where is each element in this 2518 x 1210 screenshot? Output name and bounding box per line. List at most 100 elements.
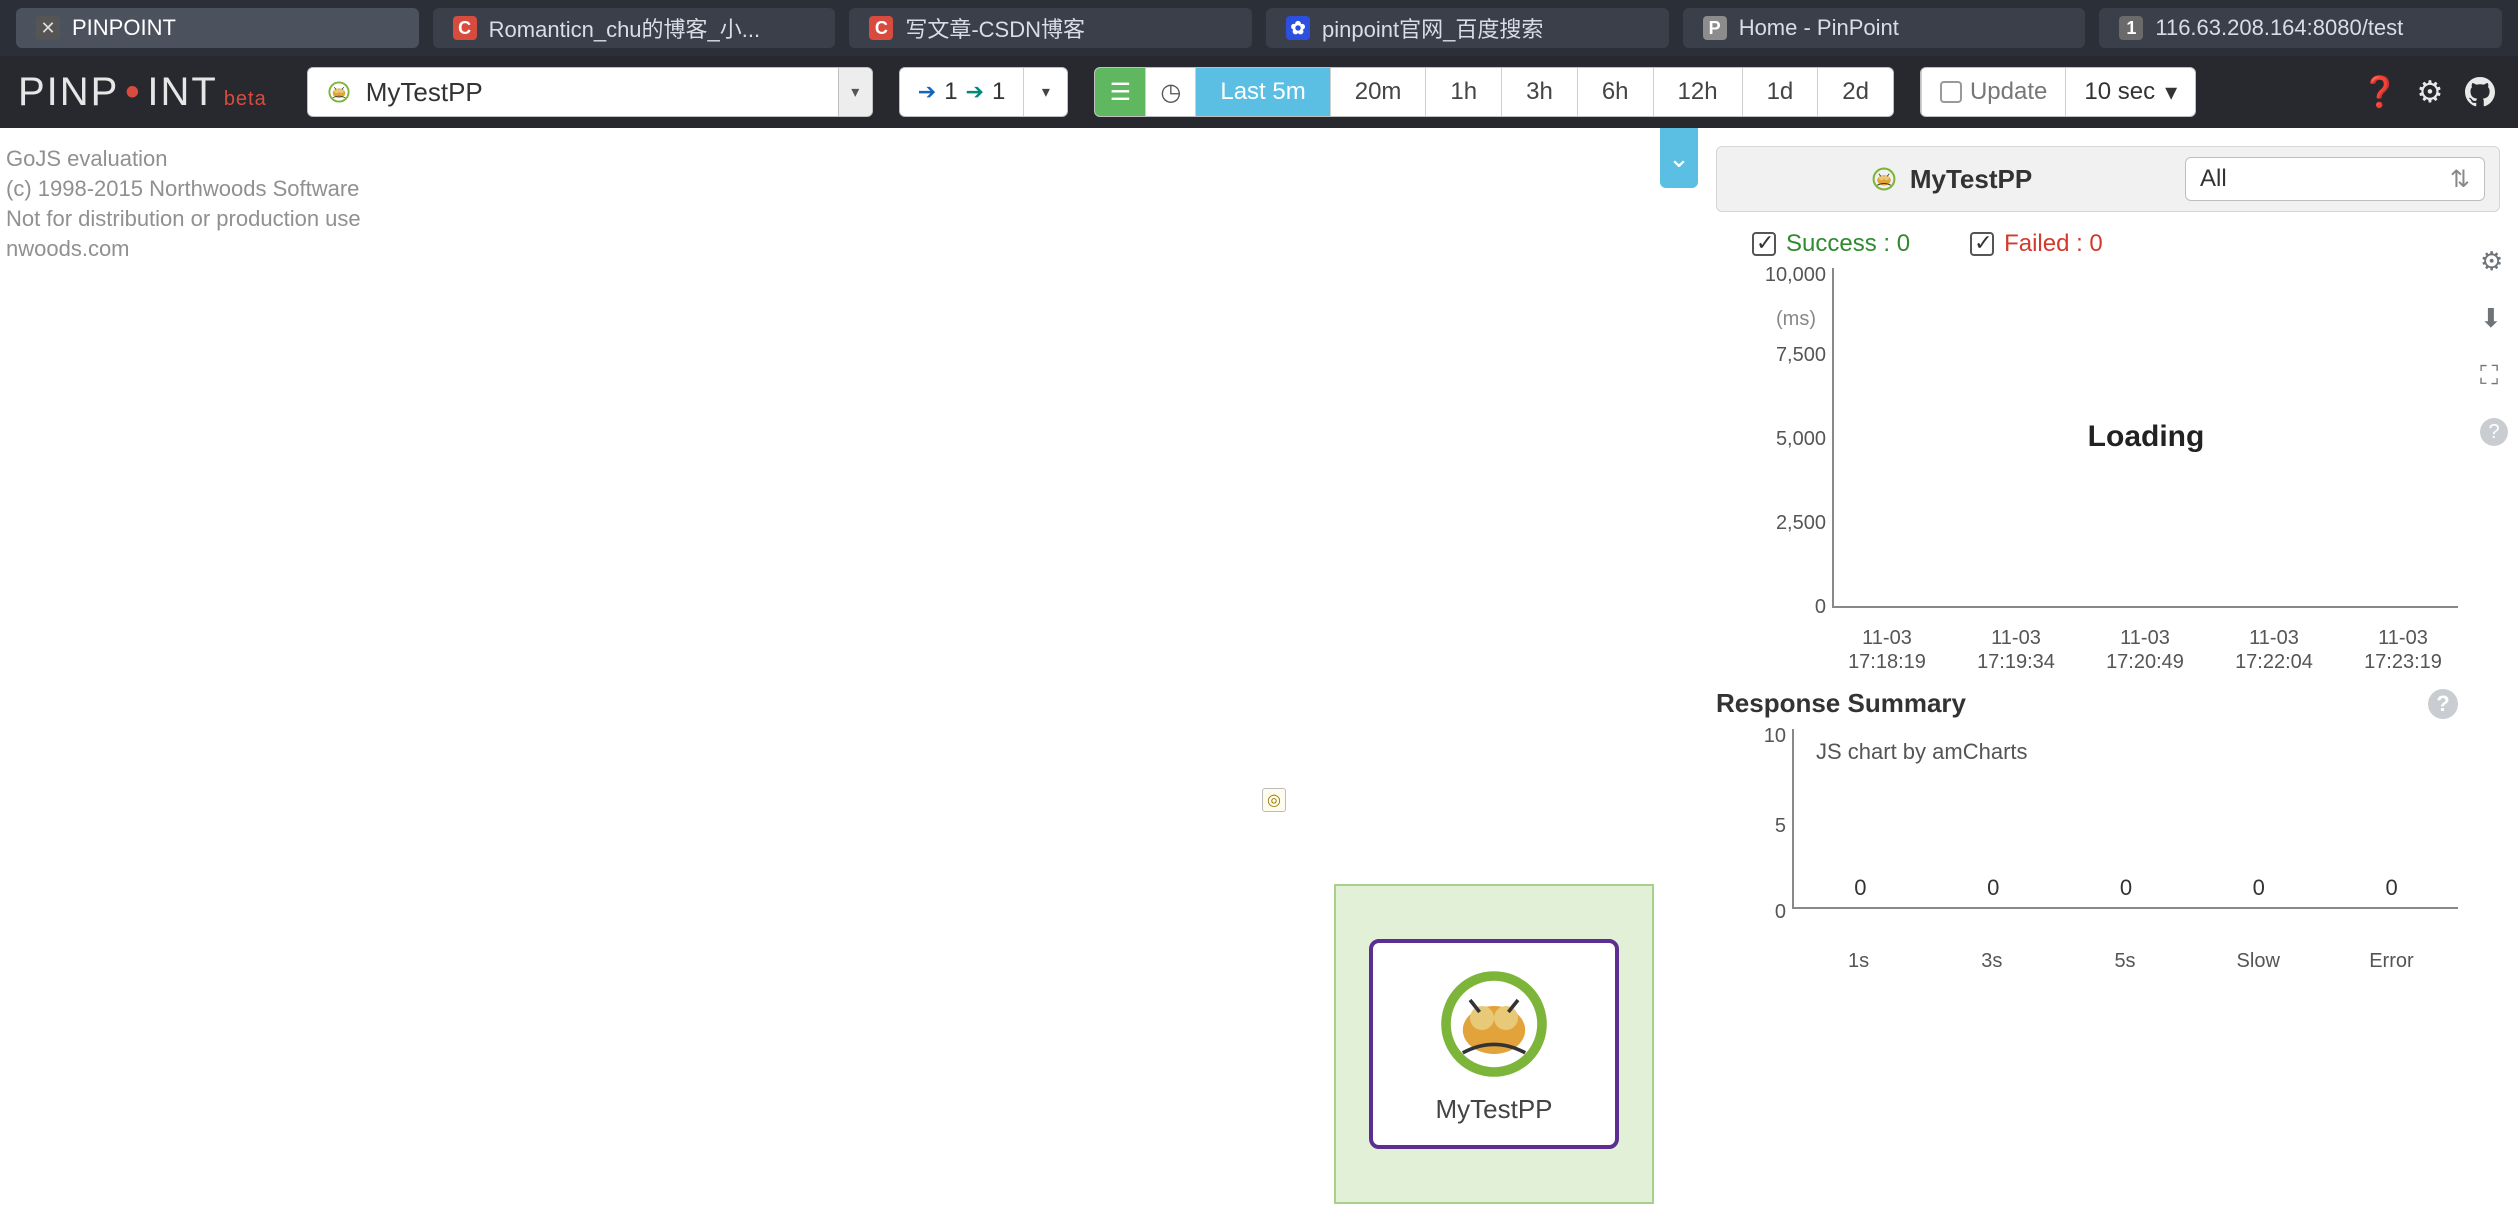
x-tick: 11-0317:22:04 (2219, 626, 2329, 674)
chart-loading-text: Loading (2088, 420, 2205, 454)
range-6h[interactable]: 6h (1577, 68, 1653, 116)
instance-filter-select[interactable]: All ⇅ (2185, 157, 2485, 201)
range-20m[interactable]: 20m (1330, 68, 1426, 116)
depth-dropdown[interactable]: ▾ (1023, 68, 1067, 116)
tab-label: 116.63.208.164:8080/test (2155, 15, 2403, 41)
range-2d[interactable]: 2d (1817, 68, 1893, 116)
range-3h[interactable]: 3h (1501, 68, 1577, 116)
response-summary-chart[interactable]: 10 5 0 JS chart by amCharts 0 0 0 0 0 1s… (1722, 729, 2458, 969)
depth-in: 1 (944, 78, 957, 106)
x-cat: Error (2325, 949, 2458, 973)
tab-baidu-search[interactable]: ✿ pinpoint官网_百度搜索 (1266, 8, 1669, 48)
auto-update-toggle[interactable]: Update (1921, 68, 2065, 116)
x-cat: 1s (1792, 949, 1925, 973)
pinpoint-logo: PINP•INT beta (18, 70, 267, 115)
tab-pinpoint[interactable]: ✕ PINPOINT (16, 8, 419, 48)
server-map-canvas[interactable]: GoJS evaluation (c) 1998-2015 Northwoods… (0, 128, 1660, 1210)
logo-text-2: INT (147, 70, 217, 115)
filter-value: All (2200, 165, 2227, 193)
x-cat: 5s (2058, 949, 2191, 973)
server-node[interactable]: MyTestPP (1334, 884, 1654, 1204)
y-tick: 5 (1716, 815, 1786, 838)
chevron-down-icon: ▾ (2165, 78, 2177, 107)
time-button[interactable]: ◷ (1145, 68, 1195, 116)
refresh-interval-select[interactable]: 10 sec ▾ (2065, 68, 2195, 116)
generic-icon: 1 (2119, 16, 2143, 40)
response-time-chart[interactable]: 10,000 (ms) 7,500 5,000 2,500 0 Loading … (1722, 268, 2458, 668)
success-label: Success : 0 (1786, 230, 1910, 258)
range-1d[interactable]: 1d (1742, 68, 1818, 116)
logo-text-1: PINP (18, 70, 119, 115)
help-icon[interactable]: ? (2428, 689, 2458, 719)
bar-value: 0 (2385, 875, 2397, 901)
panel-header: MyTestPP All ⇅ (1716, 146, 2500, 212)
node-label: MyTestPP (1435, 1094, 1552, 1125)
csdn-icon: C (453, 16, 477, 40)
failed-toggle[interactable]: Failed : 0 (1970, 230, 2103, 258)
range-12h[interactable]: 12h (1653, 68, 1742, 116)
y-tick: 0 (1716, 596, 1826, 619)
csdn-icon: C (869, 16, 893, 40)
broken-image-icon: ◎ (1262, 788, 1286, 812)
gear-icon[interactable]: ⚙ (2410, 72, 2450, 112)
y-tick: 5,000 (1716, 428, 1826, 451)
depth-out: 1 (992, 78, 1005, 106)
tab-csdn-blog-2[interactable]: C 写文章-CSDN博客 (849, 8, 1252, 48)
arrow-right-icon: ➔ (918, 79, 936, 105)
failed-label: Failed : 0 (2004, 230, 2103, 258)
arrow-right-icon: ➔ (966, 79, 984, 105)
help-icon[interactable]: ❓ (2360, 72, 2400, 112)
download-icon[interactable]: ⬇ (2480, 303, 2508, 334)
list-view-button[interactable]: ☰ (1095, 68, 1145, 116)
app-toolbar: PINP•INT beta MyTestPP ▾ ➔ 1 ➔ 1 ▾ ☰ ◷ L… (0, 56, 2518, 128)
y-tick: 0 (1716, 901, 1786, 924)
depth-control: ➔ 1 ➔ 1 ▾ (899, 67, 1069, 117)
close-icon[interactable]: ✕ (36, 16, 60, 40)
x-tick: 11-0317:20:49 (2090, 626, 2200, 674)
baidu-icon: ✿ (1286, 16, 1310, 40)
update-group: Update 10 sec ▾ (1920, 67, 2196, 117)
tab-label: 写文章-CSDN博客 (905, 12, 1085, 44)
details-panel: ⚙ ⬇ ⛶ ? MyTestPP All ⇅ Success : 0 Faile… (1698, 128, 2518, 1210)
x-tick: 11-0317:19:34 (1961, 626, 2071, 674)
application-select[interactable]: MyTestPP ▾ (307, 67, 873, 117)
chevron-down-icon: ⌄ (1668, 143, 1690, 174)
bar-value: 0 (2120, 875, 2132, 901)
range-1h[interactable]: 1h (1425, 68, 1501, 116)
tab-label: Romanticn_chu的博客_小... (489, 12, 760, 44)
tomcat-icon (324, 80, 354, 104)
checkbox-icon (1940, 81, 1962, 103)
chevron-down-icon[interactable]: ▾ (838, 68, 872, 116)
x-cat: Slow (2192, 949, 2325, 973)
x-tick: 11-0317:18:19 (1832, 626, 1942, 674)
checkbox-icon (1752, 232, 1776, 256)
tab-test-endpoint[interactable]: 1 116.63.208.164:8080/test (2099, 8, 2502, 48)
select-arrows-icon: ⇅ (2450, 165, 2470, 194)
panel-title-text: MyTestPP (1910, 164, 2032, 195)
range-last5m[interactable]: Last 5m (1195, 68, 1329, 116)
gojs-watermark: GoJS evaluation (c) 1998-2015 Northwoods… (6, 144, 361, 264)
update-label: Update (1970, 78, 2047, 106)
bar-value: 0 (1854, 875, 1866, 901)
panel-collapse-handle[interactable]: ⌄ (1660, 128, 1698, 1210)
tab-label: PINPOINT (72, 15, 176, 41)
tab-csdn-blog-1[interactable]: C Romanticn_chu的博客_小... (433, 8, 836, 48)
x-cat: 3s (1925, 949, 2058, 973)
tomcat-icon (1434, 964, 1554, 1084)
tab-label: pinpoint官网_百度搜索 (1322, 12, 1543, 44)
y-tick: 10,000 (1716, 264, 1826, 287)
y-unit: (ms) (1776, 308, 1816, 331)
tab-pinpoint-home[interactable]: P Home - PinPoint (1683, 8, 2086, 48)
success-toggle[interactable]: Success : 0 (1752, 230, 1910, 258)
gear-icon[interactable]: ⚙ (2480, 246, 2508, 277)
x-tick: 11-0317:23:19 (2348, 626, 2458, 674)
bar-value: 0 (1987, 875, 1999, 901)
pinpoint-icon: P (1703, 16, 1727, 40)
beta-label: beta (224, 88, 267, 111)
help-icon[interactable]: ? (2480, 418, 2508, 446)
time-range-group: ☰ ◷ Last 5m 20m 1h 3h 6h 12h 1d 2d (1094, 67, 1894, 117)
depth-display: ➔ 1 ➔ 1 (900, 68, 1024, 116)
fullscreen-icon[interactable]: ⛶ (2480, 360, 2508, 392)
github-icon[interactable] (2460, 72, 2500, 112)
tab-label: Home - PinPoint (1739, 15, 1899, 41)
